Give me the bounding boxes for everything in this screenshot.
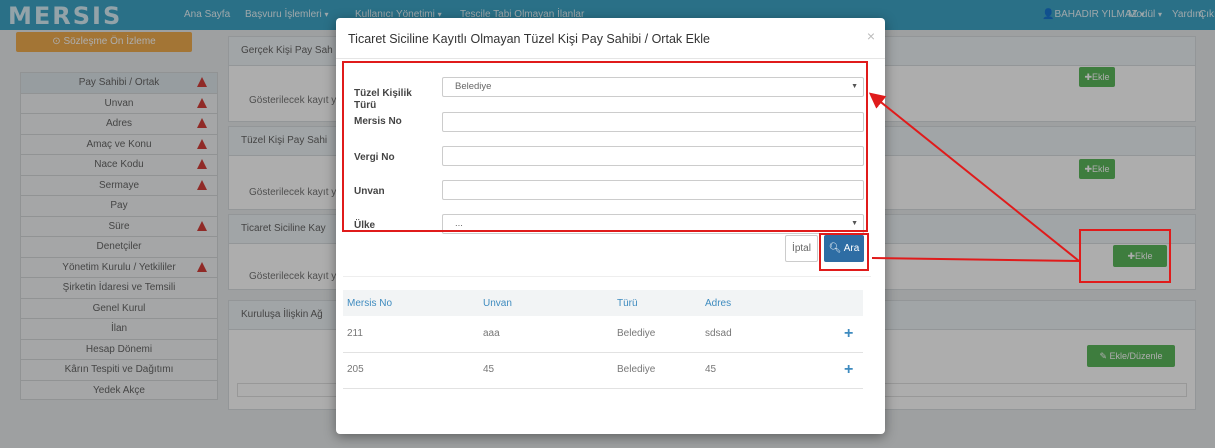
annotation-arrows (868, 92, 1080, 262)
